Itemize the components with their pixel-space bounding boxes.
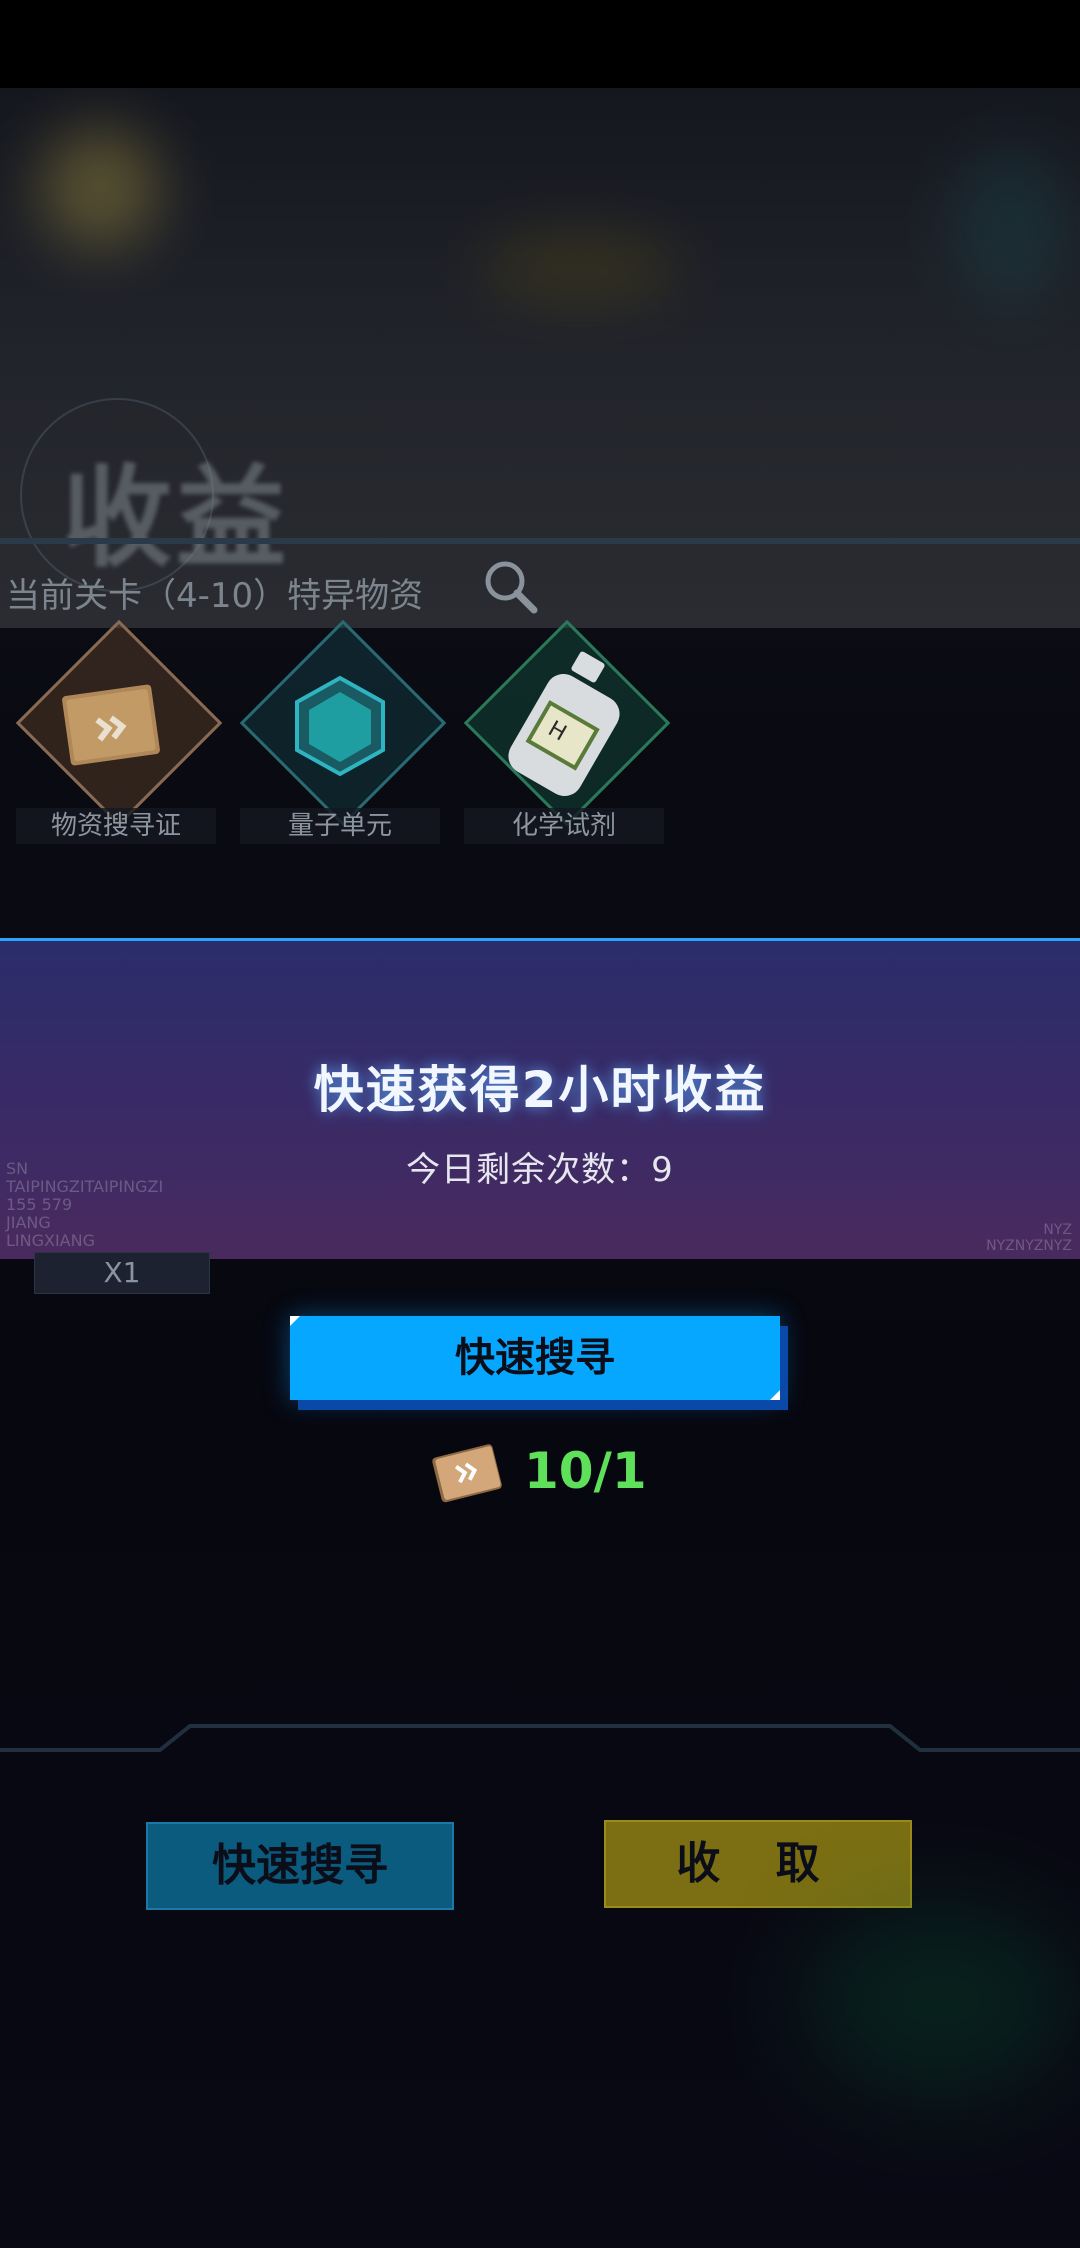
modal-title: 快速获得2小时收益 [313, 1061, 767, 1119]
bottom-frame-line [0, 1724, 1080, 1752]
quantity-tag: X1 [34, 1252, 210, 1294]
bg-glow [950, 148, 1070, 308]
quick-search-label: 快速搜寻 [455, 1335, 615, 1381]
header-divider [0, 538, 1080, 544]
bottom-quick-search-button[interactable]: 快速搜寻 [146, 1822, 454, 1910]
item-label: 物资搜寻证 [16, 808, 216, 844]
bg-glow [40, 128, 160, 248]
bg-glow [480, 238, 680, 298]
chemical-reagent-icon: H [508, 651, 620, 797]
section-label: 当前关卡（4-10）特异物资 [6, 576, 424, 616]
corner-decoration [290, 1316, 300, 1326]
corner-decoration [770, 1390, 780, 1400]
item-label: 化学试剂 [464, 808, 664, 844]
search-permit-icon [432, 1444, 502, 1503]
quantum-unit-icon [295, 675, 385, 777]
page-title: 收益 [62, 454, 290, 582]
quick-search-button[interactable]: 快速搜寻 [290, 1316, 780, 1400]
bg-glow [800, 1900, 1080, 2100]
item-search-permit[interactable]: 物资搜寻证 [15, 619, 223, 844]
status-bar [0, 0, 1080, 88]
item-list: 物资搜寻证 量子单元 H 化学试剂 [0, 619, 680, 844]
search-icon[interactable] [480, 556, 540, 616]
bg-serial-text-right: NYZ NYZNYZNYZ [986, 1222, 1072, 1254]
search-permit-icon [62, 684, 160, 766]
remaining-count: 今日剩余次数：9 [406, 1150, 674, 1190]
item-chemical-reagent[interactable]: H 化学试剂 [463, 619, 671, 844]
collect-button[interactable]: 收 取 [604, 1820, 912, 1908]
item-quantum-unit[interactable]: 量子单元 [239, 619, 447, 844]
item-label: 量子单元 [240, 808, 440, 844]
cost-value: 10/1 [524, 1442, 647, 1500]
